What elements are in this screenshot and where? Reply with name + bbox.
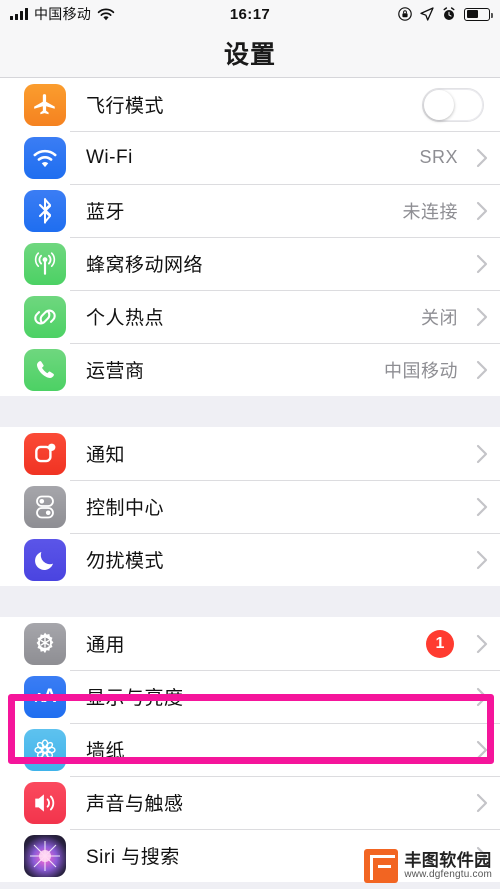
- settings-row-general[interactable]: 通用 1: [0, 617, 500, 670]
- toggle-knob: [424, 89, 454, 120]
- airplane-icon: [24, 83, 66, 126]
- settings-row-value: 中国移动: [384, 360, 458, 381]
- chevron-right-icon: [468, 740, 488, 760]
- settings-row-value: 未连接: [402, 201, 458, 222]
- cellular-antenna-icon: [24, 242, 66, 285]
- group-separator: [0, 396, 500, 427]
- alarm-clock-icon: [443, 7, 455, 20]
- page-title: 设置: [223, 40, 276, 69]
- watermark-text: 丰图软件园 www.dgfengtu.com: [404, 850, 492, 880]
- phone-icon: [24, 348, 66, 391]
- notification-icon: [24, 432, 66, 475]
- settings-row-label: 蓝牙: [86, 202, 126, 223]
- chevron-right-icon: [468, 360, 488, 380]
- settings-row-label: 通用: [86, 635, 126, 656]
- settings-row-label: 声音与触感: [86, 794, 184, 815]
- settings-row-control-center[interactable]: 控制中心: [0, 480, 500, 533]
- watermark: 丰图软件园 www.dgfengtu.com: [364, 849, 492, 883]
- gear-icon: [24, 622, 66, 665]
- bluetooth-icon: [24, 189, 66, 232]
- settings-row-airplane-mode[interactable]: 飞行模式: [0, 78, 500, 131]
- settings-row-sounds-haptics[interactable]: 声音与触感: [0, 776, 500, 829]
- settings-row-label: 运营商: [86, 361, 145, 382]
- chevron-right-icon: [468, 687, 488, 707]
- settings-row-wallpaper[interactable]: 墙纸: [0, 723, 500, 776]
- rotation-lock-icon: [398, 7, 412, 21]
- settings-group-connectivity: 飞行模式 Wi-Fi SRX 蓝牙 未连接 蜂窝移动网络 个人热点 关闭 运营商…: [0, 78, 500, 396]
- settings-group-notifications: 通知 控制中心 勿扰模式: [0, 427, 500, 586]
- battery-icon: [464, 7, 493, 21]
- settings-row-value: 关闭: [421, 307, 458, 328]
- settings-group-general: 通用 1 AA 显示与亮度 墙纸 声音与触感 Siri 与搜索: [0, 617, 500, 882]
- settings-row-value: SRX: [419, 147, 458, 167]
- chevron-right-icon: [468, 148, 488, 168]
- status-bar-right: [398, 7, 493, 21]
- watermark-name: 丰图软件园: [404, 850, 492, 870]
- wallpaper-flower-icon: [24, 728, 66, 771]
- moon-icon: [24, 538, 66, 581]
- control-center-icon: [24, 485, 66, 528]
- display-brightness-aa-icon: AA: [24, 675, 66, 718]
- settings-row-bluetooth[interactable]: 蓝牙 未连接: [0, 184, 500, 237]
- chevron-right-icon: [468, 634, 488, 654]
- chevron-right-icon: [468, 497, 488, 517]
- settings-row-label: 墙纸: [86, 741, 126, 762]
- chevron-right-icon: [468, 444, 488, 464]
- status-bar: 中国移动 16:17: [0, 0, 500, 28]
- settings-row-cellular[interactable]: 蜂窝移动网络: [0, 237, 500, 290]
- settings-row-label: 飞行模式: [86, 96, 165, 117]
- watermark-logo-icon: [364, 849, 399, 883]
- chevron-right-icon: [468, 254, 488, 274]
- siri-icon: [24, 834, 66, 877]
- chevron-right-icon: [468, 793, 488, 813]
- status-badge: 1: [426, 629, 454, 658]
- hotspot-link-icon: [24, 295, 66, 338]
- settings-row-label: Wi-Fi: [86, 146, 133, 168]
- settings-row-display-brightness[interactable]: AA 显示与亮度: [0, 670, 500, 723]
- chevron-right-icon: [468, 550, 488, 570]
- settings-row-label: 通知: [86, 445, 126, 466]
- settings-row-label: 个人热点: [86, 308, 165, 329]
- settings-row-label: 勿扰模式: [86, 551, 165, 572]
- airplane-mode-toggle[interactable]: [422, 87, 484, 122]
- settings-row-notifications[interactable]: 通知: [0, 427, 500, 480]
- settings-row-label: 控制中心: [86, 498, 165, 519]
- settings-row-label: 显示与亮度: [86, 688, 184, 709]
- sound-haptics-speaker-icon: [24, 781, 66, 824]
- settings-row-wifi[interactable]: Wi-Fi SRX: [0, 131, 500, 184]
- chevron-right-icon: [468, 307, 488, 327]
- location-arrow-icon: [420, 7, 434, 21]
- settings-row-do-not-disturb[interactable]: 勿扰模式: [0, 533, 500, 586]
- watermark-url: www.dgfengtu.com: [404, 868, 492, 880]
- chevron-right-icon: [468, 201, 488, 221]
- group-separator: [0, 586, 500, 617]
- nav-bar: 设置: [0, 28, 500, 78]
- wifi-icon: [24, 136, 66, 179]
- settings-row-label: 蜂窝移动网络: [86, 255, 204, 276]
- settings-row-carrier[interactable]: 运营商 中国移动: [0, 343, 500, 396]
- aa-glyph: AA: [34, 685, 56, 707]
- settings-row-personal-hotspot[interactable]: 个人热点 关闭: [0, 290, 500, 343]
- settings-list[interactable]: 飞行模式 Wi-Fi SRX 蓝牙 未连接 蜂窝移动网络 个人热点 关闭 运营商…: [0, 78, 500, 889]
